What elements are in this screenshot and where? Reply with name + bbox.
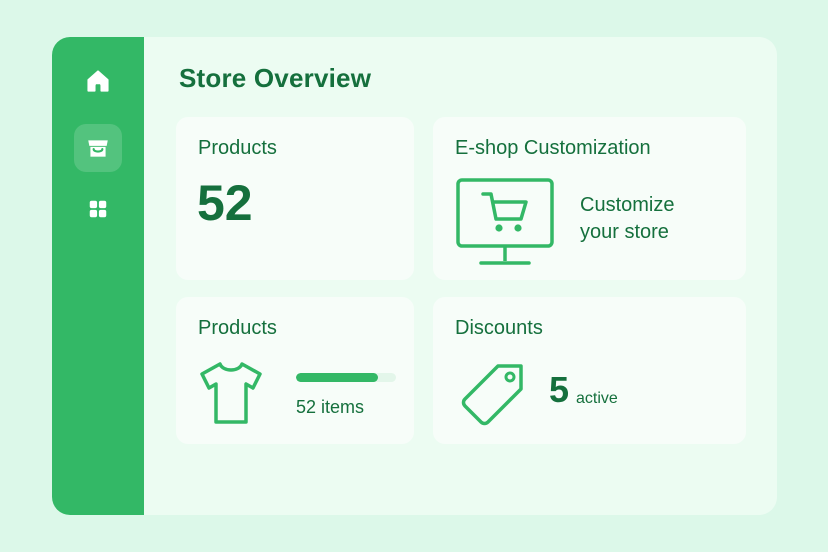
products-items-card[interactable]: Products 52 items bbox=[176, 297, 414, 444]
products-count-value: 52 bbox=[197, 175, 253, 231]
home-icon bbox=[87, 70, 109, 92]
products-progress-bar bbox=[296, 373, 396, 382]
price-tag-icon bbox=[461, 364, 523, 426]
customize-text-line2: your store bbox=[580, 221, 669, 243]
sidebar-item-store[interactable] bbox=[74, 124, 122, 172]
sidebar bbox=[52, 37, 144, 515]
store-icon bbox=[88, 140, 108, 157]
discounts-card[interactable]: Discounts 5 active bbox=[433, 297, 746, 444]
page-title: Store Overview bbox=[179, 63, 372, 93]
sidebar-item-home[interactable] bbox=[74, 57, 122, 105]
products-items-title: Products bbox=[198, 317, 277, 339]
discounts-title: Discounts bbox=[455, 317, 543, 339]
tshirt-icon bbox=[200, 362, 262, 424]
app-window: Store Overview Products 52 E-shop Custom… bbox=[52, 37, 777, 515]
customization-card[interactable]: E-shop Customization Customize your stor… bbox=[433, 117, 746, 280]
grid-icon bbox=[89, 200, 107, 218]
monitor-cart-icon bbox=[456, 178, 554, 265]
customization-title: E-shop Customization bbox=[455, 137, 651, 159]
products-items-count: 52 items bbox=[296, 397, 365, 417]
products-count-title: Products bbox=[198, 137, 277, 159]
customize-text-line1: Customize bbox=[580, 194, 675, 216]
customize-your-store-link[interactable]: Customize your store bbox=[580, 192, 730, 246]
products-count-card[interactable]: Products 52 bbox=[176, 117, 414, 280]
products-progress-fill bbox=[296, 373, 378, 382]
discounts-status: active bbox=[576, 390, 618, 407]
sidebar-item-apps[interactable] bbox=[74, 185, 122, 233]
discounts-count: 5 bbox=[549, 369, 570, 410]
